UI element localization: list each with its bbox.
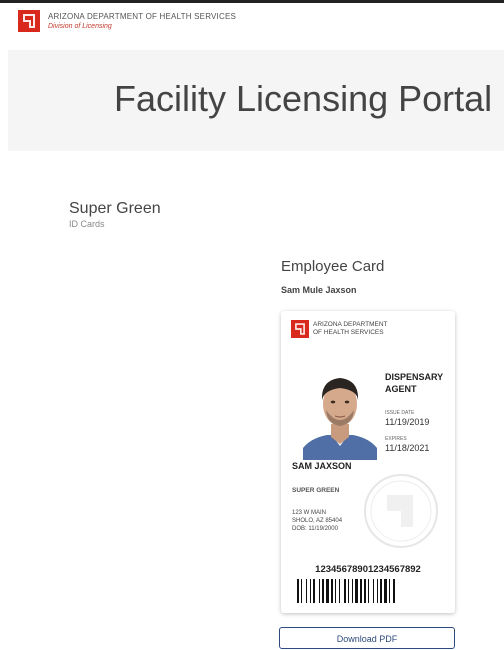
barcode-bar — [360, 579, 362, 603]
address-line-1: 123 W MAIN — [292, 510, 327, 516]
card-number: 12345678901234567892 — [315, 564, 421, 575]
barcode-bar — [306, 579, 307, 603]
card-facility-name: SUPER GREEN — [292, 487, 340, 494]
employee-card-heading: Employee Card — [281, 258, 385, 275]
barcode-bar — [339, 579, 340, 603]
barcode-bar — [322, 579, 324, 603]
barcode-bar — [355, 579, 358, 603]
barcode-bar — [373, 579, 374, 603]
barcode-bar — [319, 579, 320, 603]
employee-id-card: ARIZONA DEPARTMENT OF HEALTH SERVICES DI… — [281, 311, 455, 613]
barcode-bar — [313, 579, 315, 603]
org-name: ARIZONA DEPARTMENT OF HEALTH SERVICES — [48, 12, 237, 21]
barcode-bar — [348, 579, 349, 603]
download-pdf-button[interactable]: Download PDF — [279, 627, 455, 649]
barcode-bar — [380, 579, 382, 603]
card-holder-name: SAM JAXSON — [292, 461, 352, 471]
barcode-bar — [389, 579, 390, 603]
state-seal-watermark-icon — [364, 474, 438, 548]
facility-subtitle: ID Cards — [69, 219, 105, 229]
top-rule — [0, 0, 504, 3]
division-name: Division of Licensing — [48, 23, 112, 30]
card-org-name: ARIZONA DEPARTMENT OF HEALTH SERVICES — [313, 321, 388, 336]
barcode-bar — [335, 579, 336, 603]
barcode-bar — [301, 579, 302, 603]
barcode-bar — [326, 579, 329, 603]
employee-name: Sam Mule Jaxson — [281, 285, 357, 295]
expires-label: EXPIRES — [385, 436, 407, 442]
facility-name: Super Green — [69, 200, 161, 217]
arizona-state-logo-icon — [18, 10, 40, 32]
expires-date: 11/18/2021 — [385, 443, 430, 453]
dob-line: DOB: 11/19/2000 — [292, 526, 338, 532]
address-line-2: SHOLO, AZ 85404 — [292, 518, 343, 524]
issue-date-label: ISSUE DATE — [385, 410, 415, 416]
barcode-icon — [297, 579, 395, 603]
barcode-bar — [393, 579, 395, 603]
barcode-bar — [368, 579, 369, 603]
barcode-bar — [352, 579, 353, 603]
arizona-state-logo-icon — [291, 320, 309, 338]
page-title: Facility Licensing Portal — [114, 78, 493, 119]
barcode-bar — [310, 579, 311, 603]
barcode-bar — [384, 579, 387, 603]
portal-banner: Facility Licensing Portal — [8, 50, 504, 151]
barcode-bar — [331, 579, 333, 603]
barcode-bar — [377, 579, 378, 603]
card-role: DISPENSARY AGENT — [385, 372, 444, 394]
barcode-bar — [364, 579, 366, 603]
card-address: 123 W MAIN SHOLO, AZ 85404 DOB: 11/19/20… — [292, 509, 342, 533]
barcode-bar — [297, 579, 299, 603]
barcode-bar — [344, 579, 346, 603]
employee-photo — [301, 366, 379, 460]
issue-date: 11/19/2019 — [385, 417, 430, 427]
